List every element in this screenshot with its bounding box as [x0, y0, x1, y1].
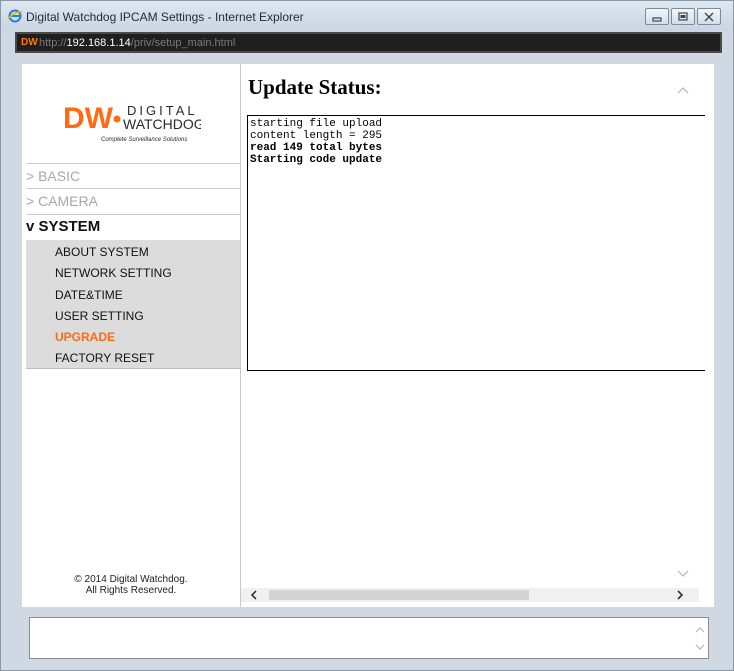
digital-watchdog-logo: DW DIGITAL WATCHDOG. Complete Surveillan…	[63, 102, 201, 143]
horizontal-scrollbar[interactable]	[241, 588, 699, 602]
page-title: Update Status:	[248, 75, 382, 99]
address-bar[interactable]: DW http://192.168.1.14/priv/setup_main.h…	[15, 32, 722, 53]
nav-basic-label: > BASIC	[26, 168, 81, 184]
browser-window: Digital Watchdog IPCAM Settings - Intern…	[0, 0, 734, 671]
scroll-right-icon[interactable]	[675, 590, 685, 600]
submenu-upgrade[interactable]: UPGRADE	[55, 330, 115, 344]
svg-text:DW: DW	[63, 102, 114, 135]
window-title: Digital Watchdog IPCAM Settings - Intern…	[26, 10, 304, 24]
submenu-user-setting[interactable]: USER SETTING	[55, 309, 144, 323]
url-prefix: http://	[39, 37, 67, 49]
minimize-button[interactable]	[645, 8, 669, 25]
maximize-button[interactable]	[671, 8, 695, 25]
status-line: Starting code update	[250, 154, 383, 166]
page-content: DW DIGITAL WATCHDOG. Complete Surveillan…	[22, 64, 714, 607]
internet-explorer-icon	[8, 9, 22, 23]
nav-basic[interactable]: > BASIC	[26, 163, 240, 188]
nav-system-label: v SYSTEM	[26, 218, 101, 235]
logo-tagline: Complete Surveillance Solutions	[101, 137, 187, 143]
status-line: content length = 295	[250, 130, 383, 142]
nav-system[interactable]: v SYSTEM	[26, 214, 240, 240]
copyright: © 2014 Digital Watchdog. All Rights Rese…	[22, 574, 240, 596]
system-submenu: ABOUT SYSTEM NETWORK SETTING DATE&TIME U…	[26, 240, 240, 369]
status-scroll-down-icon[interactable]	[694, 643, 706, 652]
submenu-date-time[interactable]: DATE&TIME	[55, 288, 123, 302]
update-status-textarea[interactable]: starting file upload content length = 29…	[247, 115, 705, 371]
status-line: read 149 total bytes	[250, 142, 383, 154]
url-path: /priv/setup_main.html	[130, 37, 236, 49]
status-scroll-up-icon[interactable]	[694, 625, 706, 634]
minimize-icon	[652, 17, 662, 22]
status-frame	[29, 617, 709, 659]
nav-camera-label: > CAMERA	[26, 193, 98, 209]
address-url[interactable]: http://192.168.1.14/priv/setup_main.html	[39, 37, 235, 49]
copyright-line-2: All Rights Reserved.	[85, 585, 177, 596]
maximize-icon	[678, 12, 688, 21]
site-favicon: DW	[21, 37, 38, 48]
horizontal-scroll-thumb[interactable]	[269, 590, 529, 600]
submenu-network-setting[interactable]: NETWORK SETTING	[55, 266, 172, 280]
close-icon	[704, 12, 714, 22]
submenu-factory-reset[interactable]: FACTORY RESET	[55, 351, 154, 365]
scroll-left-icon[interactable]	[249, 590, 259, 600]
nav-camera[interactable]: > CAMERA	[26, 188, 240, 213]
title-bar: Digital Watchdog IPCAM Settings - Intern…	[1, 1, 733, 31]
scroll-up-icon[interactable]	[676, 85, 690, 95]
copyright-line-1: © 2014 Digital Watchdog.	[74, 574, 188, 585]
sidebar: DW DIGITAL WATCHDOG. Complete Surveillan…	[22, 64, 241, 607]
status-line: starting file upload	[250, 118, 383, 130]
url-host: 192.168.1.14	[66, 37, 131, 49]
close-button[interactable]	[697, 8, 721, 25]
scroll-down-icon[interactable]	[676, 569, 690, 579]
main-panel: Update Status: starting file upload cont…	[241, 64, 714, 607]
logo-text-bottom: WATCHDOG.	[123, 116, 201, 132]
submenu-about-system[interactable]: ABOUT SYSTEM	[55, 245, 149, 259]
